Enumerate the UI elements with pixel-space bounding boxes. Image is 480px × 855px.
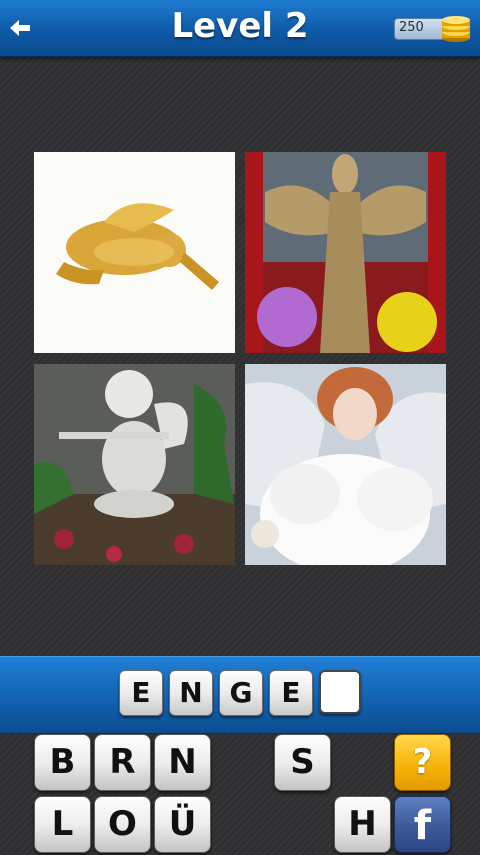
puzzle-photo-1[interactable]	[34, 152, 235, 353]
top-bar: Level 2 250	[0, 0, 480, 57]
answer-slot-3[interactable]: G	[219, 670, 263, 716]
puzzle-photo-3[interactable]	[34, 364, 235, 565]
answer-slot-2[interactable]: N	[169, 670, 213, 716]
letter-key-r[interactable]: R	[94, 734, 151, 791]
puzzle-photo-2[interactable]	[245, 152, 446, 353]
letter-key-n[interactable]: N	[154, 734, 211, 791]
photo-straw-angel-statue	[245, 152, 446, 353]
facebook-share-button[interactable]: f	[394, 796, 451, 853]
photo-porcelain-angel-doll	[245, 364, 446, 565]
answer-slot-1[interactable]: E	[119, 670, 163, 716]
coin-count: 250	[399, 20, 424, 35]
letter-key-s[interactable]: S	[274, 734, 331, 791]
letter-key-h[interactable]: H	[334, 796, 391, 853]
answer-slot-5[interactable]	[319, 670, 361, 714]
letter-key-b[interactable]: B	[34, 734, 91, 791]
answer-slot-4[interactable]: E	[269, 670, 313, 716]
photo-stone-cherub-flute	[34, 364, 235, 565]
letter-key-l[interactable]: L	[34, 796, 91, 853]
letter-key-o[interactable]: O	[94, 796, 151, 853]
coin-stack-icon[interactable]	[440, 13, 472, 43]
hint-button[interactable]: ?	[394, 734, 451, 791]
photo-golden-angel-ornament	[34, 152, 235, 353]
letter-key-u-umlaut[interactable]: Ü	[154, 796, 211, 853]
puzzle-photo-4[interactable]	[245, 364, 446, 565]
